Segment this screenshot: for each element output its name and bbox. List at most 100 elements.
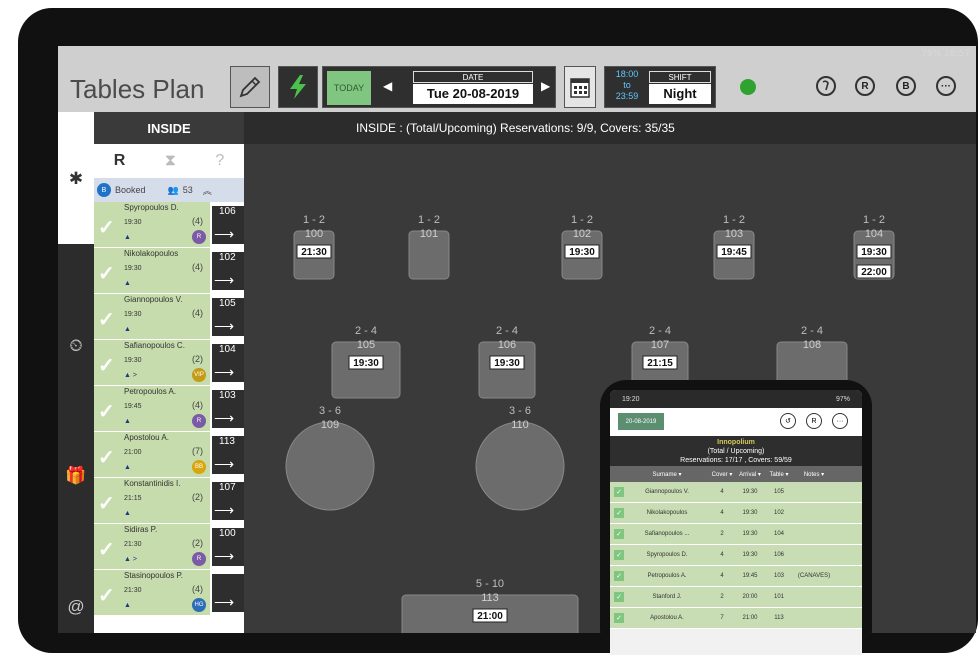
phone-row-table: 113 [774, 615, 784, 621]
table-104[interactable]: 1 - 2 104 19:30 22:00 [853, 214, 895, 280]
phone-reservation-icon[interactable]: R [806, 413, 822, 429]
phone-date-button[interactable]: 20-08-2019 [618, 413, 664, 430]
more-icon-label: ··· [941, 80, 951, 92]
table-109[interactable]: 3 - 6 109 [285, 405, 375, 511]
shift-selector[interactable]: 18:00 to 23:59 SHIFT Night [604, 66, 716, 108]
reservation-row[interactable]: ✓ Sidiras P. 21:30 (2) ▲ > R 100 ⟶ [94, 524, 244, 570]
table-layout-icon[interactable]: ✱ [64, 167, 88, 191]
table-103[interactable]: 1 - 2 103 19:45 [713, 214, 755, 280]
phone-table-row[interactable]: ✓ Giannopoulos V. 4 19:30 105 [610, 482, 862, 503]
reservation-row[interactable]: ✓ Safianopoulos C. 19:30 (2) ▲ > VIP 104 ⟶ [94, 340, 244, 386]
assigned-table-tab[interactable]: 113 ⟶ [212, 436, 244, 474]
calendar-button[interactable] [564, 66, 596, 108]
reservation-row[interactable]: ✓ Nikolakopoulos 19:30 (4) ▲ 102 ⟶ [94, 248, 244, 294]
table-106[interactable]: 2 - 4 106 19:30 [478, 325, 536, 399]
reservations-panel: INSIDE R ⧗ ? B Booked 👥 53 ︽ ✓ Spyropoulo… [94, 112, 244, 633]
table-capacity: 1 - 2 [863, 214, 885, 226]
reservation-row[interactable]: ✓ Apostolou A. 21:00 (7) ▲ BB 113 ⟶ [94, 432, 244, 478]
table-110[interactable]: 3 - 6 110 [475, 405, 565, 511]
reservation-name: Safianopoulos C. [124, 341, 185, 350]
assigned-table-tab[interactable]: 104 ⟶ [212, 344, 244, 382]
table-capacity: 1 - 2 [723, 214, 745, 226]
phone-col-header[interactable]: Notes ▾ [792, 471, 836, 478]
date-value[interactable]: Tue 20-08-2019 [413, 84, 533, 104]
phone-col-header[interactable]: Table ▾ [766, 471, 792, 478]
phone-more-icon[interactable]: ··· [832, 413, 848, 429]
table-number: 103 [725, 228, 743, 240]
collapse-icon[interactable]: ︽ [203, 184, 212, 197]
tab-unknown[interactable]: ? [215, 152, 224, 170]
edit-button[interactable] [230, 66, 270, 108]
calendar-icon [570, 78, 590, 98]
booking-icon[interactable]: B [896, 76, 916, 96]
phone-table-row[interactable]: ✓ Apostolou A. 7 21:00 113 [610, 608, 862, 629]
table-100[interactable]: 1 - 2 100 21:30 [293, 214, 335, 280]
phone-table-body: ✓ Giannopoulos V. 4 19:30 105 ✓ Nikolakopoulos… [610, 482, 862, 629]
phone-col-header[interactable]: Cover ▾ [710, 471, 734, 478]
hourglass-icon[interactable]: ⧗ [165, 152, 176, 170]
table-capacity: 2 - 4 [801, 325, 823, 337]
phone-row-table: 104 [773, 531, 784, 537]
more-icon[interactable]: ··· [936, 76, 956, 96]
assigned-table-tab[interactable]: 107 ⟶ [212, 482, 244, 520]
phone-col-header[interactable]: Surname ▾ [624, 471, 710, 478]
phone-row-table: 102 [773, 510, 784, 516]
phone-venue: Innopolium [717, 439, 755, 446]
person-icon: ▲ > [124, 556, 137, 563]
side-nav: ✱ ⏲ 🎁 @ [58, 112, 94, 633]
phone-row-cover: 2 [720, 531, 724, 537]
gift-icon[interactable]: 🎁 [64, 464, 88, 488]
reservation-covers: (2) [192, 492, 203, 502]
reservation-row[interactable]: ✓ Konstantinidis I. 21:15 (2) ▲ 107 ⟶ [94, 478, 244, 524]
shift-label: SHIFT [649, 71, 711, 83]
waitlist-icon[interactable] [816, 76, 836, 96]
phone-row-arrival: 19:30 [742, 552, 758, 558]
phone-row-table: 101 [773, 594, 784, 600]
assigned-table-tab[interactable]: 106 ⟶ [212, 206, 244, 244]
phone-row-cover: 4 [720, 510, 724, 516]
phone-table-row[interactable]: ✓ Petropoulos A. 4 19:45 103 (CANAVES) [610, 566, 862, 587]
reservation-icon[interactable]: R [855, 76, 875, 96]
time-tag: 22:00 [861, 267, 887, 278]
assigned-table-tab[interactable]: ⟶ [212, 574, 244, 612]
reservation-time: 19:30 [124, 265, 142, 272]
table-113[interactable]: 5 - 10 113 21:00 [401, 578, 579, 633]
quick-action-button[interactable] [278, 66, 318, 108]
phone-waitlist-icon[interactable]: ↺ [780, 413, 796, 429]
reservation-row[interactable]: ✓ Spyropoulos D. 19:30 (4) ▲ R 106 ⟶ [94, 202, 244, 248]
reservation-badge: HG [192, 598, 206, 612]
assigned-table-tab[interactable]: 103 ⟶ [212, 390, 244, 428]
reservation-row[interactable]: ✓ Giannopoulos V. 19:30 (4) ▲ 105 ⟶ [94, 294, 244, 340]
phone-table-row[interactable]: ✓ Nikolakopoulos 4 19:30 102 [610, 503, 862, 524]
phone-table-row[interactable]: ✓ Spyropoulos D. 4 19:30 106 [610, 545, 862, 566]
reservation-covers: (4) [192, 584, 203, 594]
table-number: 100 [305, 228, 323, 240]
table-105[interactable]: 2 - 4 105 19:30 [331, 325, 401, 399]
table-102[interactable]: 1 - 2 102 19:30 [561, 214, 603, 280]
reservation-covers: (4) [192, 216, 203, 226]
assigned-table-tab[interactable]: 102 ⟶ [212, 252, 244, 290]
reservation-row[interactable]: ✓ Petropoulos A. 19:45 (4) ▲ R 103 ⟶ [94, 386, 244, 432]
phone-col-header[interactable]: Arrival ▾ [734, 471, 766, 478]
reservation-row[interactable]: ✓ Stasinopoulos P. 21:30 (4) ▲ HG ⟶ [94, 570, 244, 616]
at-icon[interactable]: @ [64, 595, 88, 619]
reservation-time: 19:30 [124, 357, 142, 364]
shift-value[interactable]: Night [649, 84, 711, 104]
next-date-arrow-icon[interactable]: ▶ [541, 79, 550, 93]
booked-header[interactable]: B Booked 👥 53 ︽ [94, 178, 244, 202]
top-bar: 79% 18:57 Tables Plan TODAY ◀ DATE Tue 2… [58, 46, 976, 112]
tab-reservations[interactable]: R [114, 152, 126, 170]
phone-subtitle: (Total / Upcoming) [707, 448, 765, 455]
assigned-table-tab[interactable]: 100 ⟶ [212, 528, 244, 566]
clock-icon[interactable]: ⏲ [64, 334, 88, 358]
prev-date-arrow-icon[interactable]: ◀ [383, 79, 392, 93]
phone-row-table: 103 [773, 573, 784, 579]
shift-to-word: to [623, 80, 631, 90]
phone-table-header: Surname ▾ Cover ▾ Arrival ▾ Table ▾ Notes ▾ [610, 466, 862, 482]
table-101[interactable]: 1 - 2 101 [408, 214, 450, 280]
assigned-table-tab[interactable]: 105 ⟶ [212, 298, 244, 336]
reservation-badge: R [192, 414, 206, 428]
today-button[interactable]: TODAY [327, 71, 371, 105]
phone-table-row[interactable]: ✓ Safianopoulos ... 2 19:30 104 [610, 524, 862, 545]
phone-table-row[interactable]: ✓ Stanford J. 2 20:00 101 [610, 587, 862, 608]
